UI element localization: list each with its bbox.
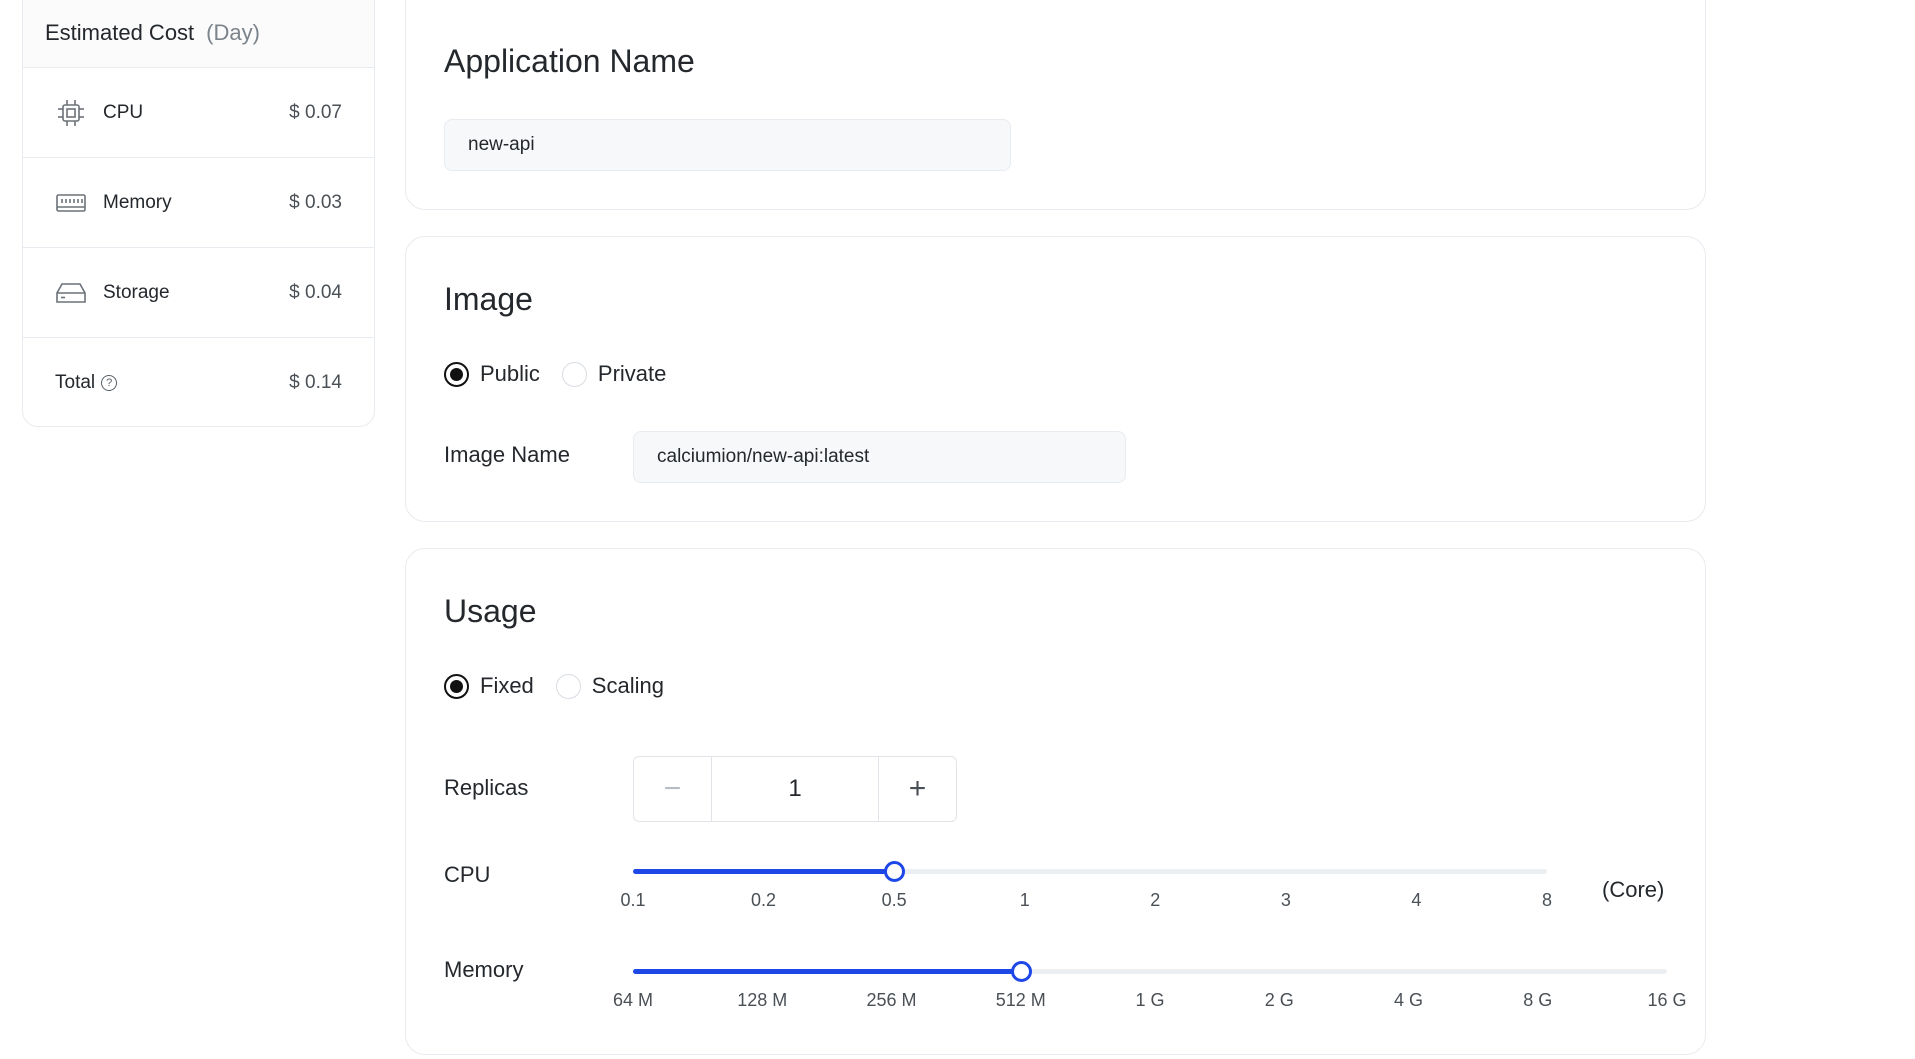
cost-memory-value: $ 0.03 [289,191,342,213]
cost-row-total: Total? $ 0.14 [23,338,374,426]
cost-header: Estimated Cost (Day) [23,0,374,68]
usage-title: Usage [444,593,537,629]
cpu-slider-label: CPU [444,862,491,887]
minus-icon: − [663,772,682,805]
cpu-slider-tick[interactable]: 3 [1281,890,1291,911]
cost-period: (Day) [206,20,260,45]
cost-row-storage: Storage $ 0.04 [23,248,374,338]
memory-slider-tick[interactable]: 128 M [737,990,787,1011]
question-circle-icon[interactable]: ? [101,374,118,391]
memory-module-icon [55,187,87,219]
cpu-slider-tick[interactable]: 0.1 [620,890,645,911]
application-name-title: Application Name [444,43,695,79]
radio-selected-indicator [444,361,469,387]
replicas-stepper: − 1 + [633,756,957,822]
radio-selected-indicator [444,673,469,699]
usage-scaling-label: Scaling [591,673,664,698]
memory-slider-label: Memory [444,957,524,982]
usage-fixed-radio[interactable]: Fixed [444,673,534,699]
image-public-label: Public [480,361,540,386]
memory-slider-thumb[interactable] [1010,961,1032,982]
usage-card: Usage Fixed Scaling Replicas − 1 + CPU 0… [405,548,1706,1055]
cost-row-memory: Memory $ 0.03 [23,158,374,248]
image-public-radio[interactable]: Public [444,361,540,387]
image-name-label: Image Name [444,442,570,467]
cpu-slider-tick[interactable]: 0.2 [751,890,776,911]
usage-scaling-radio[interactable]: Scaling [555,673,664,699]
cpu-slider-tick[interactable]: 4 [1411,890,1421,911]
cpu-slider-fill [633,869,895,874]
image-visibility-radio-group: Public Private [444,361,688,387]
cpu-chip-icon [55,97,87,129]
memory-slider-tick[interactable]: 2 G [1265,990,1294,1011]
replicas-label: Replicas [444,775,529,800]
cost-storage-value: $ 0.04 [289,281,342,303]
cost-row-cpu: CPU $ 0.07 [23,68,374,158]
replicas-decrement-button[interactable]: − [634,757,712,821]
replicas-increment-button[interactable]: + [878,757,956,821]
memory-slider-tick[interactable]: 1 G [1135,990,1164,1011]
cpu-unit-label: (Core) [1602,877,1665,902]
memory-slider-tick[interactable]: 256 M [866,990,916,1011]
estimated-cost-panel: Estimated Cost (Day) CPU $ 0.07 Memory $… [22,0,375,427]
cpu-slider-tick[interactable]: 8 [1542,890,1552,911]
memory-slider-tick[interactable]: 512 M [996,990,1046,1011]
cost-storage-label: Storage [103,281,170,303]
cost-total-label-wrap: Total? [55,372,289,394]
image-title: Image [444,281,533,317]
cpu-slider-tick[interactable]: 1 [1020,890,1030,911]
usage-fixed-label: Fixed [480,673,534,698]
image-private-radio[interactable]: Private [561,361,667,387]
cpu-slider-thumb[interactable] [884,861,906,882]
application-name-card: Application Name new-api [405,0,1706,210]
memory-slider-tick[interactable]: 8 G [1523,990,1552,1011]
cpu-slider-tick[interactable]: 0.5 [882,890,907,911]
cost-cpu-value: $ 0.07 [289,101,342,123]
plus-icon: + [908,772,927,805]
memory-slider-tick[interactable]: 4 G [1394,990,1423,1011]
cost-title: Estimated Cost [45,20,195,45]
cost-total-value: $ 0.14 [289,372,342,393]
memory-slider-tick[interactable]: 64 M [613,990,653,1011]
storage-drive-icon [55,277,87,309]
cost-cpu-label: CPU [103,101,144,123]
radio-unselected-indicator [561,361,587,387]
memory-slider-tick[interactable]: 16 G [1647,990,1686,1011]
replicas-value[interactable]: 1 [712,757,878,821]
application-name-input[interactable]: new-api [444,119,1011,171]
cpu-slider-tick[interactable]: 2 [1150,890,1160,911]
memory-slider-fill [633,969,1021,974]
usage-mode-radio-group: Fixed Scaling [444,673,686,699]
image-name-input[interactable]: calciumion/new-api:latest [633,431,1126,483]
app-root: Estimated Cost (Day) CPU $ 0.07 Memory $… [0,0,1915,1059]
image-card: Image Public Private Image Name calciumi… [405,236,1706,522]
image-private-label: Private [597,361,667,386]
cost-total-label: Total [55,372,96,393]
cost-memory-label: Memory [103,191,172,213]
radio-unselected-indicator [555,673,581,699]
